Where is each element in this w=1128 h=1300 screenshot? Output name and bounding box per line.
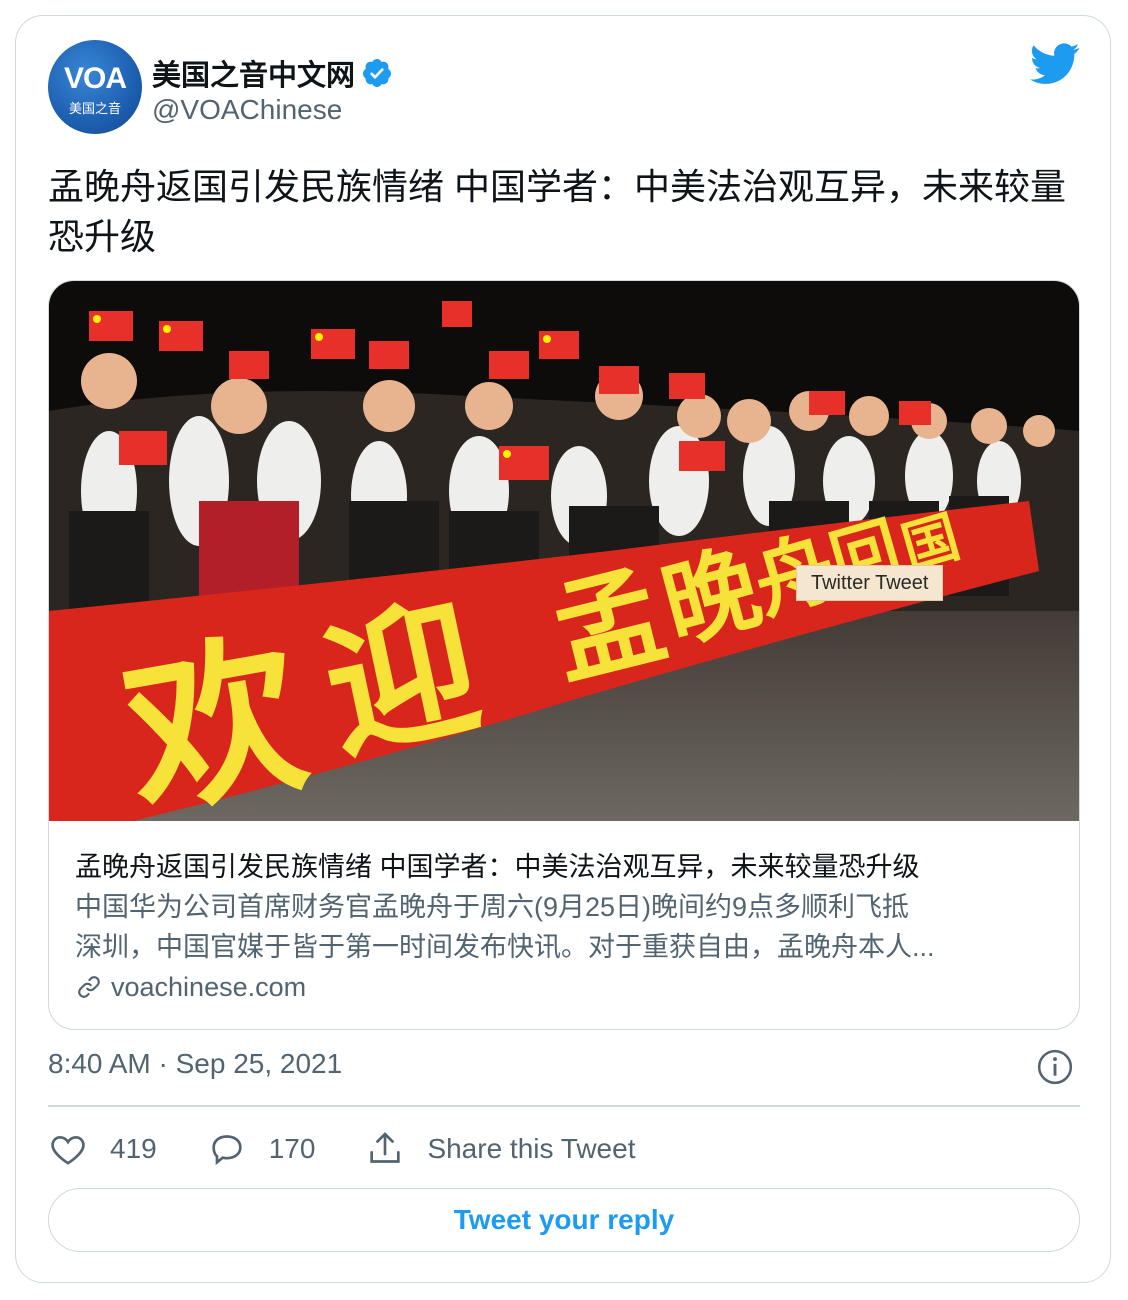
reply-action-button[interactable]: 170: [207, 1129, 316, 1169]
like-count: 419: [110, 1133, 157, 1164]
like-button[interactable]: 419: [48, 1129, 157, 1169]
reply-icon: [212, 1135, 242, 1166]
heart-icon: [51, 1135, 85, 1165]
avatar[interactable]: VOA 美国之音: [48, 40, 142, 134]
share-icon: [370, 1132, 401, 1163]
tweet-timestamp[interactable]: 8:40 AM · Sep 25, 2021: [48, 1048, 342, 1080]
link-preview-card[interactable]: 欢 迎 孟 晚 舟 回 国 孟晚舟返国引发民族情绪 中国学者：中美法治观互异，未…: [48, 280, 1080, 1030]
link-icon: [78, 976, 100, 998]
link-domain[interactable]: voachinese.com: [111, 967, 306, 1007]
share-button[interactable]: Share this Tweet: [365, 1129, 635, 1169]
link-description-line-1: 中国华为公司首席财务官孟晚舟于周六(9月25日)晚间约9点多顺利飞抵: [75, 892, 910, 922]
action-bar: 419 170 Share this Tweet: [48, 1126, 685, 1172]
tweet-reply-button[interactable]: Tweet your reply: [48, 1188, 1080, 1252]
divider: [48, 1105, 1080, 1107]
article-image[interactable]: 欢 迎 孟 晚 舟 回 国: [49, 281, 1080, 821]
link-info[interactable]: 孟晚舟返国引发民族情绪 中国学者：中美法治观互异，未来较量恐升级 中国华为公司首…: [75, 847, 1065, 1007]
twitter-bird-icon[interactable]: [1030, 42, 1080, 86]
verified-badge-icon: [363, 59, 392, 87]
share-label: Share this Tweet: [427, 1133, 636, 1164]
author-handle[interactable]: @VOAChinese: [152, 94, 342, 126]
info-icon[interactable]: [1036, 1048, 1074, 1086]
reply-count: 170: [268, 1133, 316, 1164]
link-domain-row[interactable]: voachinese.com: [75, 967, 1065, 1007]
author-name-row: 美国之音中文网: [152, 52, 393, 94]
image-tooltip: Twitter Tweet: [796, 565, 944, 601]
svg-text:欢: 欢: [110, 610, 320, 821]
link-description-line-2: 深圳，中国官媒于皆于第一时间发布快讯。对于重获自由，孟晚舟本人...: [75, 932, 935, 962]
author-display-name[interactable]: 美国之音中文网: [152, 52, 355, 94]
link-title[interactable]: 孟晚舟返国引发民族情绪 中国学者：中美法治观互异，未来较量恐升级: [75, 847, 1065, 887]
avatar-subtitle: 美国之音: [68, 101, 121, 116]
tweet-text: 孟晚舟返国引发民族情绪 中国学者：中美法治观互异，未来较量恐升级: [48, 166, 1067, 257]
avatar-logo: VOA: [63, 62, 127, 95]
